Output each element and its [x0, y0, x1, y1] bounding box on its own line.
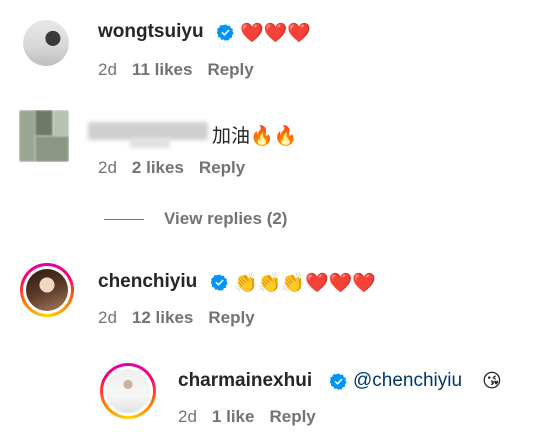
comment-time[interactable]: 2d: [98, 60, 117, 79]
comment-meta: 2d 2 likes Reply: [98, 158, 260, 178]
verified-badge-icon: [211, 274, 228, 291]
comment-time[interactable]: 2d: [98, 308, 117, 327]
avatar[interactable]: [23, 20, 69, 66]
likes-count[interactable]: 2 likes: [132, 158, 184, 177]
comment-meta: 2d 12 likes Reply: [98, 308, 270, 328]
likes-count[interactable]: 12 likes: [132, 308, 193, 327]
comment-charmainexhui: charmainexhui @chenchiyiu 😘 2d 1 like Repl…: [0, 355, 533, 438]
comment-blurred-user: 加油🔥🔥 2d 2 likes Reply: [0, 100, 533, 190]
comment-username[interactable]: charmainexhui: [178, 370, 312, 392]
verified-badge-icon: [217, 24, 234, 41]
view-replies-button[interactable]: View replies (2): [164, 209, 287, 229]
avatar[interactable]: [20, 263, 74, 317]
view-replies-row[interactable]: View replies (2): [0, 205, 533, 235]
reply-button[interactable]: Reply: [269, 407, 315, 426]
comment-time[interactable]: 2d: [98, 158, 117, 177]
likes-count[interactable]: 11 likes: [132, 60, 193, 79]
likes-count[interactable]: 1 like: [212, 407, 255, 426]
avatar[interactable]: [19, 110, 69, 162]
comment-text: 加油🔥🔥: [212, 126, 298, 147]
avatar[interactable]: [100, 363, 156, 419]
verified-badge-icon: [330, 373, 347, 390]
blurred-username: [130, 138, 170, 148]
comment-chenchiyiu: chenchiyiu 👏👏👏❤️❤️❤️ 2d 12 likes Reply: [0, 255, 533, 345]
comment-meta: 2d 11 likes Reply: [98, 60, 269, 80]
comment-meta: 2d 1 like Reply: [178, 407, 331, 427]
comment-text: ❤️❤️❤️: [240, 23, 311, 44]
comment-text: 😘: [482, 371, 502, 392]
comment-time[interactable]: 2d: [178, 407, 197, 426]
reply-button[interactable]: Reply: [208, 308, 254, 327]
comment-wongtsuiyu: wongtsuiyu ❤️❤️❤️ 2d 11 likes Reply: [0, 0, 533, 90]
mention-link[interactable]: @chenchiyiu: [353, 370, 462, 392]
reply-button[interactable]: Reply: [207, 60, 253, 79]
view-replies-divider: [104, 219, 144, 220]
comment-username[interactable]: chenchiyiu: [98, 271, 197, 293]
comment-username[interactable]: wongtsuiyu: [98, 21, 204, 43]
comment-text: 👏👏👏❤️❤️❤️: [234, 273, 376, 294]
reply-button[interactable]: Reply: [199, 158, 245, 177]
